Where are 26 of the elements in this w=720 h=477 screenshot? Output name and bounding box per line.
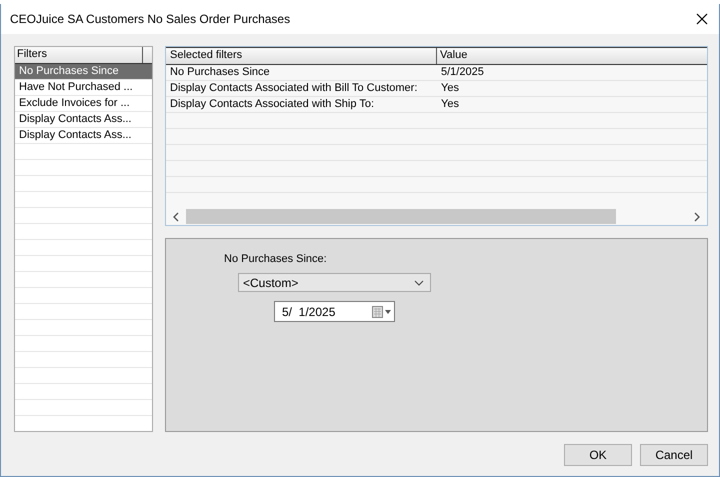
table-cell-text: 5/1/2025 [440,65,485,80]
filter-item[interactable]: Display Contacts Ass... [15,112,152,128]
scroll-right-icon [693,212,701,222]
filter-item[interactable]: Have Not Purchased ... [15,80,152,96]
table-cell-text: Display Contacts Associated with Bill To Customer: [169,81,418,96]
table-cell-text: No Purchases Since [169,65,271,80]
column-header: Filters [16,47,48,62]
dialog-button[interactable]: Cancel [640,444,708,466]
close-icon [696,13,708,25]
table-cell-text: Display Contacts Associated with Ship To: [169,97,376,112]
calendar-icon [372,306,392,318]
filter-item[interactable]: No Purchases Since [15,64,152,80]
column-header: Value [436,48,707,64]
field-label: No Purchases Since: [224,253,327,265]
filter-item[interactable]: Display Contacts Ass... [15,128,152,144]
date-picker[interactable]: 5/ 1/2025 [274,301,395,322]
scroll-left-icon [172,212,180,222]
column-header: Selected filters [169,48,244,63]
window-title: CEOJuice SA Customers No Sales Order Purchases [10,12,290,26]
filter-item[interactable]: Exclude Invoices for ... [15,96,152,112]
table-cell-text: Yes [440,81,460,96]
period-dropdown[interactable]: <Custom> [238,273,431,292]
table-cell-text: Yes [440,97,460,112]
chevron-down-icon [414,280,424,286]
scrollbar-thumb[interactable] [186,209,616,224]
dialog-button[interactable]: OK [564,444,632,466]
